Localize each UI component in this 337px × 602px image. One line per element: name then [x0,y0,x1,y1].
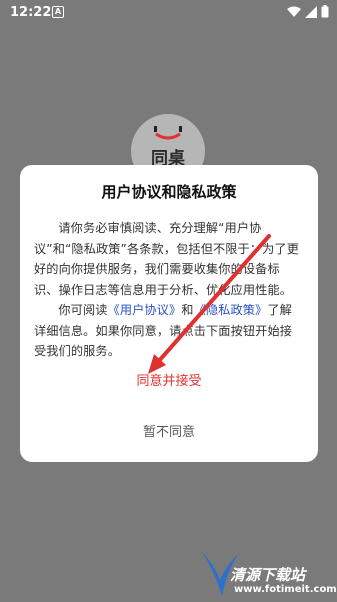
app-notification-icon: A [52,6,64,18]
dialog-paragraph-2: 你可阅读《用户协议》和《隐私政策》了解详细信息。如果你同意，请点击下面按钮开始接… [34,300,302,362]
logo-smile-icon [154,126,182,140]
privacy-dialog: 用户协议和隐私政策 请你务必审慎阅读、充分理解“用户协议”和“隐私政策”各条款，… [20,165,318,462]
agree-button[interactable]: 同意并接受 [20,369,318,395]
privacy-policy-link[interactable]: 《隐私政策》 [194,303,268,317]
dialog-paragraph-1: 请你务必审慎阅读、充分理解“用户协议”和“隐私政策”各条款，包括但不限于：为了更… [34,221,299,297]
watermark-title: 清源下载站 [230,566,306,584]
paragraph-2-prefix: 你可阅读 [58,303,108,317]
dialog-body: 请你务必审慎阅读、充分理解“用户协议”和“隐私政策”各条款，包括但不限于：为了更… [34,218,302,362]
watermark-url: www.fotimeit.com [234,584,337,595]
user-agreement-link[interactable]: 《用户协议》 [108,303,182,317]
battery-icon [321,5,329,18]
signal-icon [304,5,317,18]
paragraph-2-and: 和 [181,303,194,317]
status-bar: 12:22 A [0,0,337,26]
status-time: 12:22 [10,5,52,20]
wifi-icon [286,6,301,17]
status-indicators [286,4,329,19]
dialog-title: 用户协议和隐私政策 [101,183,237,201]
watermark: 清源下载站 www.fotimeit.com [200,550,337,602]
disagree-button[interactable]: 暂不同意 [20,420,318,446]
